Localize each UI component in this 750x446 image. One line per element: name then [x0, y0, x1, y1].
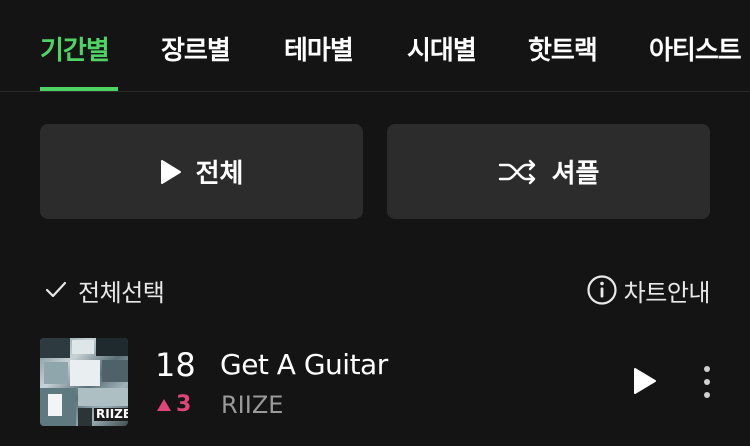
tab-hot-track[interactable]: 핫트랙 — [528, 30, 598, 67]
rank-up-icon — [157, 398, 171, 411]
tab-period[interactable]: 기간별 — [40, 30, 110, 67]
tab-artist[interactable]: 아티스트 — [649, 30, 742, 67]
select-all-label: 전체선택 — [78, 278, 165, 307]
info-icon — [587, 275, 617, 305]
tab-genre[interactable]: 장르별 — [161, 30, 231, 67]
play-all-label: 전체 — [195, 159, 244, 189]
rank-change-value: 3 — [176, 392, 192, 417]
track-rank: 18 — [155, 346, 196, 384]
checkmark-icon — [45, 281, 67, 298]
select-all-toggle[interactable]: 전체선택 — [44, 273, 165, 307]
tab-theme[interactable]: 테마별 — [284, 30, 354, 67]
track-title[interactable]: Get A Guitar — [220, 348, 388, 381]
more-vertical-icon — [704, 366, 710, 398]
chart-info-button[interactable]: 차트안내 — [586, 273, 711, 307]
track-more-button[interactable] — [700, 364, 714, 404]
track-row[interactable]: RIIZE 18 3 Get A Guitar RIIZE — [0, 336, 750, 428]
chart-category-tabs: 기간별 장르별 테마별 시대별 핫트랙 아티스트 — [0, 0, 750, 92]
shuffle-label: 셔플 — [551, 159, 600, 189]
album-cover[interactable]: RIIZE — [40, 338, 128, 426]
rank-change: 3 — [156, 392, 191, 417]
shuffle-icon — [498, 159, 535, 184]
play-icon — [160, 159, 181, 184]
shuffle-button[interactable]: 셔플 — [387, 124, 710, 219]
track-artist[interactable]: RIIZE — [221, 391, 283, 419]
album-cover-text: RIIZE — [94, 408, 128, 421]
track-play-button[interactable] — [632, 366, 658, 400]
tab-era[interactable]: 시대별 — [407, 30, 477, 67]
play-icon — [634, 368, 656, 394]
play-all-button[interactable]: 전체 — [40, 124, 363, 219]
active-tab-indicator — [40, 87, 118, 91]
chart-info-label: 차트안내 — [623, 278, 711, 307]
